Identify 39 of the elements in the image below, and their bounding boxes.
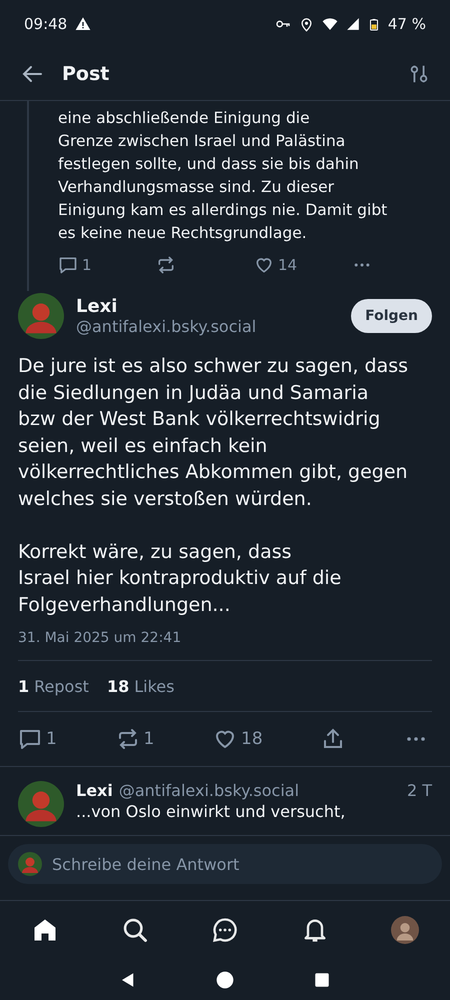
repost-button[interactable]: 1 (116, 727, 154, 751)
stat-label[interactable]: Likes (134, 676, 174, 696)
post-text: eine abschließende Einigung die Grenze zwischen Israel und Palästina festlegen sollte, und dass sie bis dahin Verhandlungsmasse sind. Zu dieser Einigung kam es allerdings nie. Damit gibt es keine neue Rechtsgrundlage. (58, 108, 388, 244)
stat-count: 1 (18, 676, 30, 696)
reply-field[interactable]: Schreibe deine Antwort (8, 844, 442, 884)
recents-icon[interactable] (313, 970, 331, 988)
author-name: Lexi (76, 781, 113, 800)
avatar[interactable] (391, 916, 419, 944)
page-title: Post (62, 63, 110, 85)
author-name: Lexi (76, 296, 118, 317)
location-icon (298, 16, 314, 32)
post-text: ...von Oslo einwirkt und versucht, (76, 802, 346, 821)
avatar (18, 781, 64, 827)
repost-icon[interactable] (156, 255, 176, 275)
post-date: 31. Mai 2025 um 22:41 (18, 630, 432, 661)
wifi-icon (322, 16, 338, 32)
reply-icon[interactable] (58, 255, 78, 275)
stat-label[interactable]: Repost (34, 676, 89, 696)
stat-count: 18 (106, 676, 130, 696)
author-handle: @antifalexi.bsky.social (118, 781, 300, 800)
author-handle: @antifalexi.bsky.social (76, 317, 258, 336)
like-button[interactable]: 14 (254, 255, 352, 275)
follow-button[interactable]: Folgen (351, 299, 432, 333)
battery-level: 47 % (388, 15, 426, 33)
signal-icon (346, 17, 360, 31)
reply-icon[interactable] (18, 727, 42, 751)
post-age: 2 T (406, 781, 432, 800)
post-text: De jure ist es also schwer zu sagen, dass die Siedlungen in Judäa und Samaria bzw der West Bank völkerrechtswidrig seien, weil es einfach kein völkerrechtliches Abkommen gibt, gegen welches sie verstoßen würden. Korrekt wäre, zu sagen, dass Israel hier kontraproduktiv auf die Folgeverhandlungen... (18, 354, 410, 618)
avatar (18, 293, 64, 339)
heart-icon[interactable] (254, 255, 274, 275)
sliders-icon[interactable] (408, 63, 430, 85)
search-icon[interactable] (121, 916, 149, 944)
reply-button[interactable]: 1 (18, 727, 57, 751)
warning-icon (75, 16, 92, 32)
clock: 09:48 (24, 15, 68, 33)
chat-bubble-icon[interactable] (211, 916, 239, 944)
like-button[interactable]: 18 (213, 727, 263, 751)
home-button-icon[interactable] (215, 970, 235, 990)
reply-button[interactable]: 1 (58, 255, 156, 275)
